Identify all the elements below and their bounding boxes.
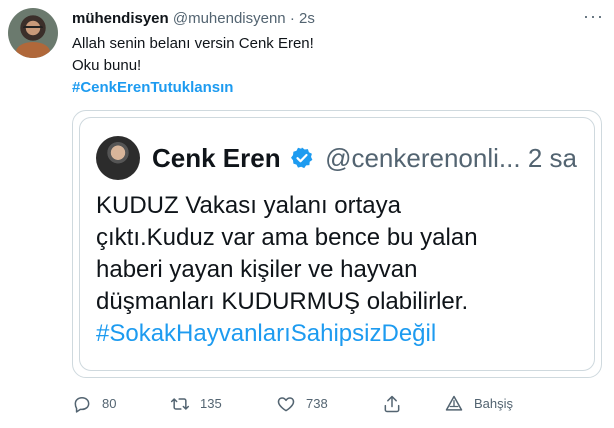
reply-button[interactable]: 80 bbox=[72, 392, 116, 416]
separator-dot: · bbox=[289, 10, 295, 27]
quoted-tweet-screenshot: Cenk Eren @cenkerenonli... 2 sa KUDUZ Va… bbox=[79, 117, 595, 371]
author-handle[interactable]: @muhendisyenn bbox=[173, 10, 286, 27]
tweet-hashtag[interactable]: #CenkErenTutuklansın bbox=[72, 77, 314, 99]
share-button[interactable] bbox=[382, 392, 412, 416]
tip-label: Bahşiş bbox=[474, 396, 514, 411]
like-button[interactable]: 738 bbox=[276, 392, 328, 416]
quoted-tweet-text: KUDUZ Vakası yalanı ortaya çıktı.Kuduz v… bbox=[96, 190, 478, 350]
quoted-tweet-line: KUDUZ Vakası yalanı ortaya bbox=[96, 192, 402, 219]
author-avatar[interactable] bbox=[8, 8, 58, 58]
quoted-tweet-hashtag: #SokakHayvanlarıSahipsizDeğil bbox=[96, 320, 437, 347]
tip-icon bbox=[445, 395, 463, 411]
avatar-shirt bbox=[16, 42, 50, 58]
share-icon bbox=[384, 395, 400, 413]
tweet-line: Oku bunu! bbox=[72, 57, 142, 74]
quoted-tweet-line: düşmanları KUDURMUŞ olabilirler. bbox=[96, 288, 469, 315]
author-name[interactable]: mühendisyen bbox=[72, 10, 169, 27]
quoted-tweet-timestamp: 2 sa bbox=[527, 143, 577, 173]
reply-count: 80 bbox=[102, 396, 117, 411]
tweet-timestamp[interactable]: 2s bbox=[299, 10, 315, 27]
quoted-tweet-line: haberi yayan kişiler ve hayvan bbox=[96, 256, 418, 283]
quoted-author-name: Cenk Eren bbox=[152, 143, 281, 173]
verified-badge-icon bbox=[290, 147, 313, 169]
like-count: 738 bbox=[306, 396, 328, 411]
quoted-tweet-header: Cenk Eren @cenkerenonli... 2 sa bbox=[152, 142, 577, 174]
tweet-header: mühendisyen @muhendisyenn · 2s bbox=[72, 9, 315, 29]
tweet-line: Allah senin belanı versin Cenk Eren! bbox=[72, 35, 314, 52]
reply-icon bbox=[74, 397, 90, 413]
retweet-button[interactable]: 135 bbox=[170, 392, 222, 416]
like-icon bbox=[277, 397, 295, 412]
quoted-author-handle: @cenkerenonli... bbox=[325, 143, 521, 173]
retweet-icon bbox=[170, 398, 190, 410]
retweet-count: 135 bbox=[200, 396, 222, 411]
tweet-actions: 80 135 738 Bahşiş bbox=[72, 392, 602, 416]
tweet-text: Allah senin belanı versin Cenk Eren! Oku… bbox=[72, 33, 314, 99]
quoted-tweet-card[interactable]: Cenk Eren @cenkerenonli... 2 sa KUDUZ Va… bbox=[72, 110, 602, 378]
tip-button[interactable]: Bahşiş bbox=[444, 392, 513, 416]
quoted-author-avatar bbox=[96, 136, 140, 180]
quoted-tweet-line: çıktı.Kuduz var ama bence bu yalan bbox=[96, 224, 478, 251]
more-icon[interactable]: ··· bbox=[583, 6, 604, 27]
avatar-glasses bbox=[23, 26, 43, 33]
